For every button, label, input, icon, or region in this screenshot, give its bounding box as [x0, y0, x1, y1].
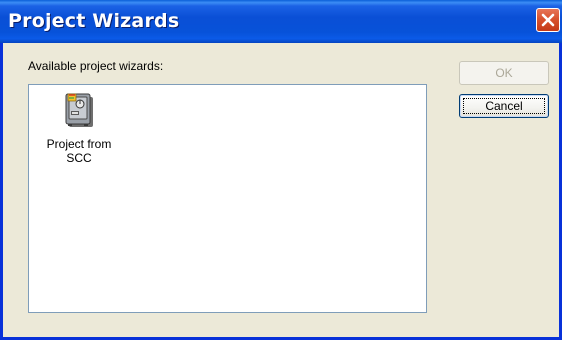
title-bar[interactable]: Project Wizards: [0, 0, 562, 43]
cancel-button[interactable]: Cancel: [459, 94, 549, 118]
ok-button[interactable]: OK: [459, 61, 549, 85]
window-title: Project Wizards: [8, 10, 180, 32]
close-button[interactable]: [536, 8, 560, 32]
wizard-item-label: Project from SCC: [46, 137, 112, 165]
project-wizards-dialog: Project Wizards Available project wizard…: [0, 0, 562, 340]
cancel-button-label: Cancel: [485, 99, 523, 113]
wizard-list[interactable]: Project from SCC: [28, 84, 427, 313]
close-icon: [541, 13, 555, 27]
available-wizards-label: Available project wizards:: [28, 59, 164, 73]
safe-project-icon: [65, 93, 93, 127]
wizard-item-project-from-scc[interactable]: Project from SCC: [39, 91, 119, 165]
